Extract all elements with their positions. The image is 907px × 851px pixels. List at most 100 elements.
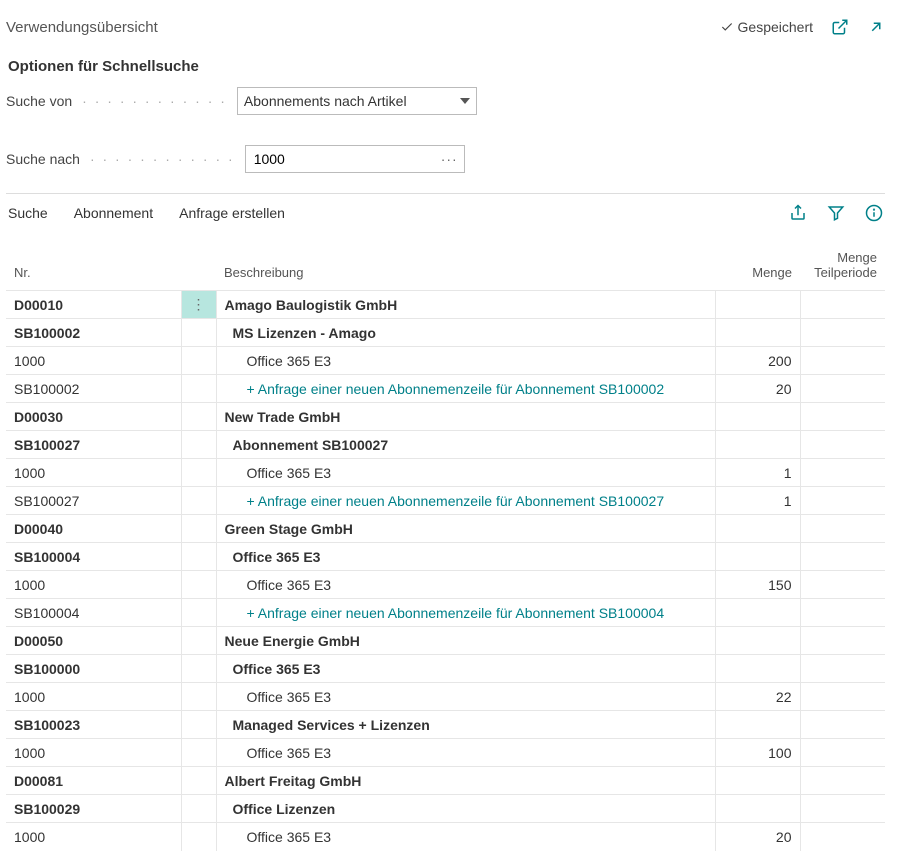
- cell-qty: [715, 599, 800, 627]
- table-row[interactable]: SB100027Abonnement SB100027: [6, 431, 885, 459]
- search-by-field[interactable]: ···: [245, 145, 465, 173]
- table-row[interactable]: SB100004Office 365 E3: [6, 543, 885, 571]
- table-row[interactable]: SB100004 + Anfrage einer neuen Abonnemenz…: [6, 599, 885, 627]
- toolbar-search[interactable]: Suche: [8, 205, 48, 221]
- filter-icon[interactable]: [827, 204, 845, 222]
- cell-nr[interactable]: SB100002: [6, 375, 181, 403]
- cell-qty: 150: [715, 571, 800, 599]
- cell-description: Office 365 E3: [216, 543, 715, 571]
- row-more-icon[interactable]: [181, 683, 216, 711]
- cell-qty: [715, 431, 800, 459]
- row-more-icon[interactable]: [181, 319, 216, 347]
- row-more-icon[interactable]: [181, 711, 216, 739]
- cell-qty-period: [800, 431, 885, 459]
- col-qty[interactable]: Menge: [715, 244, 800, 291]
- row-more-icon[interactable]: [181, 431, 216, 459]
- lookup-icon[interactable]: ···: [441, 151, 458, 167]
- cell-description: Office 365 E3: [216, 459, 715, 487]
- share-icon[interactable]: [789, 204, 807, 222]
- row-more-icon[interactable]: [181, 375, 216, 403]
- row-more-icon[interactable]: [181, 459, 216, 487]
- table-row[interactable]: D00081Albert Freitag GmbH: [6, 767, 885, 795]
- table-row[interactable]: D00030New Trade GmbH: [6, 403, 885, 431]
- cell-qty-period: [800, 627, 885, 655]
- table-row[interactable]: 1000Office 365 E3200: [6, 347, 885, 375]
- col-nr[interactable]: Nr.: [6, 244, 181, 291]
- cell-description: Managed Services + Lizenzen: [216, 711, 715, 739]
- cell-nr: SB100023: [6, 711, 181, 739]
- table-row[interactable]: D00040Green Stage GmbH: [6, 515, 885, 543]
- cell-nr: 1000: [6, 683, 181, 711]
- cell-qty: [715, 795, 800, 823]
- cell-description[interactable]: + Anfrage einer neuen Abonnemenzeile für…: [216, 487, 715, 515]
- open-new-window-icon[interactable]: [831, 18, 849, 36]
- cell-description: Green Stage GmbH: [216, 515, 715, 543]
- table-row[interactable]: SB100023 Managed Services + Lizenzen: [6, 711, 885, 739]
- cell-nr: D00030: [6, 403, 181, 431]
- row-more-icon[interactable]: [181, 627, 216, 655]
- cell-qty-period: [800, 543, 885, 571]
- cell-qty: 100: [715, 739, 800, 767]
- cell-qty: [715, 515, 800, 543]
- cell-nr: 1000: [6, 739, 181, 767]
- cell-nr: SB100027: [6, 431, 181, 459]
- table-row[interactable]: SB100029Office Lizenzen: [6, 795, 885, 823]
- table-row[interactable]: D00050Neue Energie GmbH: [6, 627, 885, 655]
- cell-nr: D00050: [6, 627, 181, 655]
- cell-qty: [715, 403, 800, 431]
- quicksearch-section-title: Optionen für Schnellsuche: [8, 58, 885, 75]
- info-icon[interactable]: [865, 204, 883, 222]
- table-row[interactable]: 1000Office 365 E31: [6, 459, 885, 487]
- row-more-icon[interactable]: [181, 739, 216, 767]
- row-more-icon[interactable]: [181, 655, 216, 683]
- col-qty-period[interactable]: Menge Teilperiode: [800, 244, 885, 291]
- table-row[interactable]: SB100027 + Anfrage einer neuen Abonnemenz…: [6, 487, 885, 515]
- table-row[interactable]: 1000 Office 365 E3100: [6, 739, 885, 767]
- divider: [6, 193, 885, 194]
- toolbar-subscription[interactable]: Abonnement: [74, 205, 153, 221]
- page-title: Verwendungsübersicht: [6, 19, 158, 36]
- cell-qty: 200: [715, 347, 800, 375]
- table-row[interactable]: SB100002MS Lizenzen - Amago: [6, 319, 885, 347]
- cell-description: Amago Baulogistik GmbH: [216, 291, 715, 319]
- cell-qty: 22: [715, 683, 800, 711]
- table-row[interactable]: 1000Office 365 E320: [6, 823, 885, 851]
- col-desc[interactable]: Beschreibung: [216, 244, 715, 291]
- expand-icon[interactable]: [867, 18, 885, 36]
- cell-qty-period: [800, 795, 885, 823]
- cell-qty: [715, 711, 800, 739]
- table-row[interactable]: 1000Office 365 E322: [6, 683, 885, 711]
- row-more-icon[interactable]: [181, 795, 216, 823]
- cell-description[interactable]: + Anfrage einer neuen Abonnemenzeile für…: [216, 599, 715, 627]
- cell-nr[interactable]: SB100027: [6, 487, 181, 515]
- cell-description[interactable]: + Anfrage einer neuen Abonnemenzeile für…: [216, 375, 715, 403]
- cell-qty: 20: [715, 375, 800, 403]
- cell-qty-period: [800, 823, 885, 851]
- row-more-icon[interactable]: ⋮: [181, 291, 216, 319]
- search-from-select[interactable]: Abonnements nach Artikel: [237, 87, 477, 115]
- cell-nr: D00081: [6, 767, 181, 795]
- row-more-icon[interactable]: [181, 403, 216, 431]
- table-row[interactable]: 1000Office 365 E3150: [6, 571, 885, 599]
- row-more-icon[interactable]: [181, 543, 216, 571]
- toolbar-create-request[interactable]: Anfrage erstellen: [179, 205, 285, 221]
- row-more-icon[interactable]: [181, 487, 216, 515]
- row-more-icon[interactable]: [181, 823, 216, 851]
- dots-decor: · · · · · · · · · · · ·: [82, 93, 227, 109]
- row-more-icon[interactable]: [181, 599, 216, 627]
- cell-qty: [715, 627, 800, 655]
- search-from-value: Abonnements nach Artikel: [244, 93, 407, 109]
- cell-nr: SB100002: [6, 319, 181, 347]
- table-row[interactable]: D00010⋮Amago Baulogistik GmbH: [6, 291, 885, 319]
- row-more-icon[interactable]: [181, 515, 216, 543]
- cell-qty: [715, 767, 800, 795]
- table-row[interactable]: SB100000Office 365 E3: [6, 655, 885, 683]
- row-more-icon[interactable]: [181, 767, 216, 795]
- cell-nr[interactable]: SB100004: [6, 599, 181, 627]
- cell-description: Office 365 E3: [216, 739, 715, 767]
- table-row[interactable]: SB100002 + Anfrage einer neuen Abonnemenz…: [6, 375, 885, 403]
- row-more-icon[interactable]: [181, 571, 216, 599]
- search-by-input[interactable]: [252, 150, 441, 168]
- check-icon: [720, 20, 734, 34]
- row-more-icon[interactable]: [181, 347, 216, 375]
